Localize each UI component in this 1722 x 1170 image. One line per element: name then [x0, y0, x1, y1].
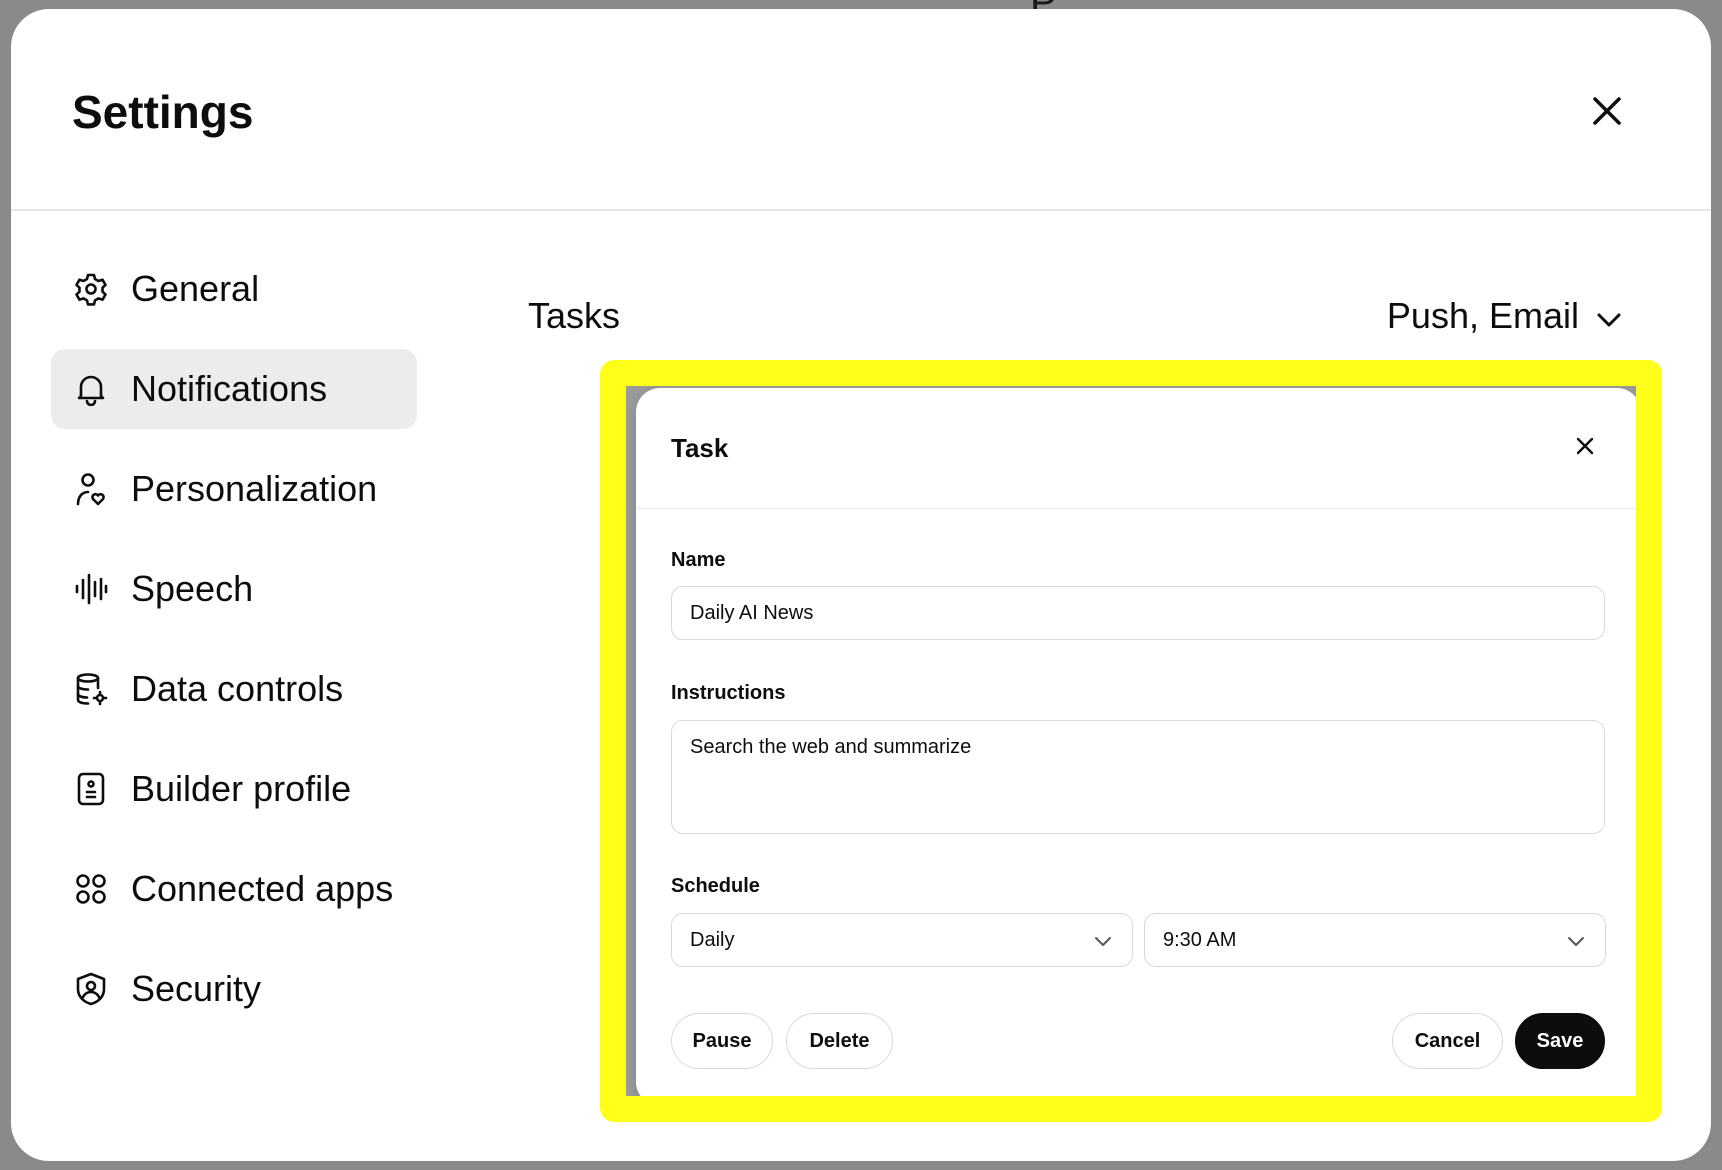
bell-icon — [73, 371, 109, 407]
database-gear-icon — [73, 671, 109, 707]
sidebar-item-builder-profile[interactable]: Builder profile — [51, 749, 417, 829]
sidebar-item-label: Connected apps — [131, 868, 394, 909]
tasks-notification-value: Push, Email — [1386, 295, 1579, 336]
sidebar-item-general[interactable]: General — [51, 249, 417, 329]
chevron-down-icon — [1597, 295, 1621, 337]
id-badge-icon — [73, 771, 109, 807]
apps-grid-icon — [73, 871, 109, 907]
sidebar-item-data-controls[interactable]: Data controls — [51, 649, 417, 729]
sidebar-item-notifications[interactable]: Notifications — [51, 349, 417, 429]
sidebar-item-label: General — [131, 268, 260, 309]
sidebar-item-connected-apps[interactable]: Connected apps — [51, 849, 417, 929]
sidebar-item-personalization[interactable]: Personalization — [51, 449, 417, 529]
tasks-setting-label: Tasks — [528, 295, 621, 336]
gear-icon — [73, 271, 109, 307]
settings-sidebar: General Notifications Personalization Sp… — [51, 249, 417, 1049]
sidebar-item-label: Data controls — [131, 668, 344, 709]
waveform-icon — [73, 571, 109, 607]
close-icon[interactable] — [1585, 89, 1629, 133]
tasks-notification-dropdown[interactable]: Push, Email — [1387, 295, 1621, 337]
person-heart-icon — [73, 471, 109, 507]
sidebar-item-security[interactable]: Security — [51, 949, 417, 1029]
sidebar-item-label: Builder profile — [131, 768, 352, 809]
shield-user-icon — [73, 971, 109, 1007]
sidebar-item-label: Personalization — [131, 468, 378, 509]
sidebar-item-label: Security — [131, 968, 262, 1009]
highlight-annotation — [600, 360, 1662, 1122]
settings-title: Settings — [72, 86, 254, 138]
sidebar-item-label: Notifications — [131, 368, 328, 409]
sidebar-item-speech[interactable]: Speech — [51, 549, 417, 629]
sidebar-item-label: Speech — [131, 568, 254, 609]
settings-header: Settings — [11, 9, 1711, 211]
